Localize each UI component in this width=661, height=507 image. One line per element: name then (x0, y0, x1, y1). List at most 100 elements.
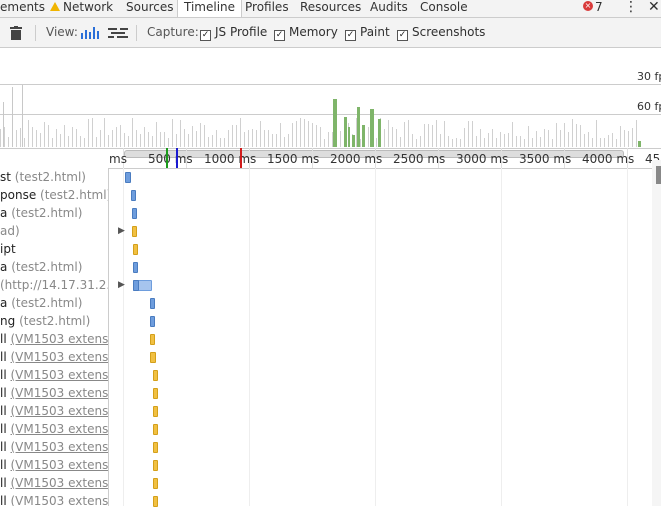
record-row[interactable]: ipt (0, 240, 16, 258)
vertical-scrollbar[interactable] (652, 160, 661, 506)
event-bar[interactable] (153, 442, 158, 453)
frame-bar (324, 139, 325, 147)
frame-bar (268, 130, 269, 147)
event-bar[interactable] (153, 370, 158, 381)
event-bar[interactable] (153, 388, 158, 399)
frame-bar (28, 120, 29, 147)
record-location-link[interactable]: (VM1503 extens... (11, 386, 109, 400)
tab-console[interactable]: Console (420, 0, 468, 17)
record-row[interactable]: ll (VM1503 extens... (0, 402, 109, 420)
error-count[interactable]: 7 (595, 0, 603, 14)
record-row[interactable]: ll (VM1503 extens... (0, 366, 109, 384)
event-bar[interactable] (150, 298, 155, 309)
frame-bar (532, 138, 533, 147)
event-bar[interactable] (125, 172, 131, 183)
record-location: (test2.html) (40, 188, 109, 202)
record-location-link[interactable]: (VM1503 extens... (11, 332, 109, 346)
event-bar[interactable] (132, 208, 137, 219)
frame-bar (80, 136, 81, 147)
frame-bar (376, 138, 377, 147)
record-row[interactable]: ll (VM1503 extens... (0, 384, 109, 402)
expand-arrow-icon[interactable]: ▶ (118, 280, 125, 290)
frame-bar (128, 136, 129, 147)
tab-resources[interactable]: Resources (300, 0, 361, 17)
event-bar[interactable] (132, 226, 137, 237)
frame-bar (624, 130, 625, 147)
frame-bar (308, 121, 309, 147)
trash-icon[interactable] (10, 18, 24, 47)
frame-bar (44, 122, 45, 147)
record-row[interactable]: ad) (0, 222, 20, 240)
frame-bar (124, 133, 125, 147)
record-row[interactable]: a (test2.html) (0, 204, 82, 222)
frame-bar (620, 126, 621, 147)
record-location-link[interactable]: (VM1503 extens... (11, 458, 109, 472)
event-bar[interactable] (153, 424, 158, 435)
frame-bar (360, 139, 361, 147)
frame-bar (488, 133, 489, 147)
timeline-overview[interactable]: 30 fps 60 fps (0, 48, 661, 149)
frame-bar (228, 130, 229, 147)
flamechart-view-icon[interactable] (108, 18, 128, 47)
record-location-link[interactable]: (VM1503 extens... (11, 476, 109, 490)
more-menu-icon[interactable]: ⋮ (624, 0, 638, 15)
record-row[interactable]: ll (VM1503 extens... (0, 474, 109, 492)
tab-sources[interactable]: Sources (126, 0, 173, 17)
frame-bar (516, 136, 517, 147)
event-bar[interactable] (153, 478, 158, 489)
record-row[interactable]: ng (test2.html) (0, 312, 90, 330)
devtools-tab-bar: ements Network Sources Timeline Profiles… (0, 0, 661, 18)
tab-profiles[interactable]: Profiles (245, 0, 289, 17)
screenshots-checkbox[interactable]: ✓ Screenshots (397, 18, 485, 47)
event-bar[interactable] (150, 352, 156, 363)
frame-bar (12, 87, 13, 147)
paint-checkbox[interactable]: ✓ Paint (345, 18, 390, 47)
record-row[interactable]: ll (VM1503 extens... (0, 420, 109, 438)
record-row[interactable]: ll (VM1503 extens... (0, 492, 109, 506)
event-bar[interactable] (153, 460, 158, 471)
record-row[interactable]: (http://14.17.31.2... (0, 276, 108, 294)
event-bar[interactable] (153, 406, 158, 417)
record-location-link[interactable]: (VM1503 extens... (11, 350, 109, 364)
frame-bar (68, 136, 69, 147)
frame-bar (536, 131, 537, 147)
frame-bar (3, 102, 4, 147)
frame-bar (392, 127, 393, 147)
event-bar[interactable] (133, 280, 139, 291)
frame-bar (452, 139, 453, 147)
scrollbar-thumb[interactable] (656, 166, 661, 184)
record-location-link[interactable]: (VM1503 extens... (11, 404, 109, 418)
record-row[interactable]: st (test2.html) (0, 168, 86, 186)
event-bar[interactable] (153, 496, 158, 507)
record-location-link[interactable]: (VM1503 extens... (11, 422, 109, 436)
record-location-link[interactable]: (VM1503 extens... (11, 440, 109, 454)
tab-elements[interactable]: ements (0, 0, 45, 17)
tab-timeline[interactable]: Timeline (177, 0, 243, 17)
record-name: ll (0, 440, 7, 454)
record-row[interactable]: ll (VM1503 extens... (0, 438, 109, 456)
tab-audits[interactable]: Audits (370, 0, 408, 17)
event-bar[interactable] (150, 334, 155, 345)
memory-checkbox[interactable]: ✓ Memory (274, 18, 338, 47)
event-bar[interactable] (131, 190, 136, 201)
frame-bar (520, 136, 521, 147)
tab-network[interactable]: Network (50, 0, 113, 17)
event-bar[interactable] (150, 316, 155, 327)
event-bar[interactable] (133, 244, 138, 255)
js-profile-checkbox[interactable]: ✓ JS Profile (200, 18, 267, 47)
record-row[interactable]: a (test2.html) (0, 294, 82, 312)
record-row[interactable]: ll (VM1503 extens... (0, 348, 109, 366)
record-row[interactable]: ll (VM1503 extens... (0, 456, 109, 474)
record-row[interactable]: ponse (test2.html) (0, 186, 109, 204)
record-row[interactable]: a (test2.html) (0, 258, 82, 276)
error-icon[interactable]: × (583, 1, 593, 11)
event-bar[interactable] (133, 262, 138, 273)
record-row[interactable]: ll (VM1503 extens... (0, 330, 109, 348)
close-icon[interactable]: ✕ (648, 0, 660, 15)
frame-bar (524, 139, 525, 147)
record-location-link[interactable]: (VM1503 extens... (11, 368, 109, 382)
paint-frame-bar (638, 141, 641, 147)
expand-arrow-icon[interactable]: ▶ (118, 226, 125, 236)
record-location-link[interactable]: (VM1503 extens... (11, 494, 109, 506)
waterfall-view-icon[interactable] (81, 18, 99, 47)
